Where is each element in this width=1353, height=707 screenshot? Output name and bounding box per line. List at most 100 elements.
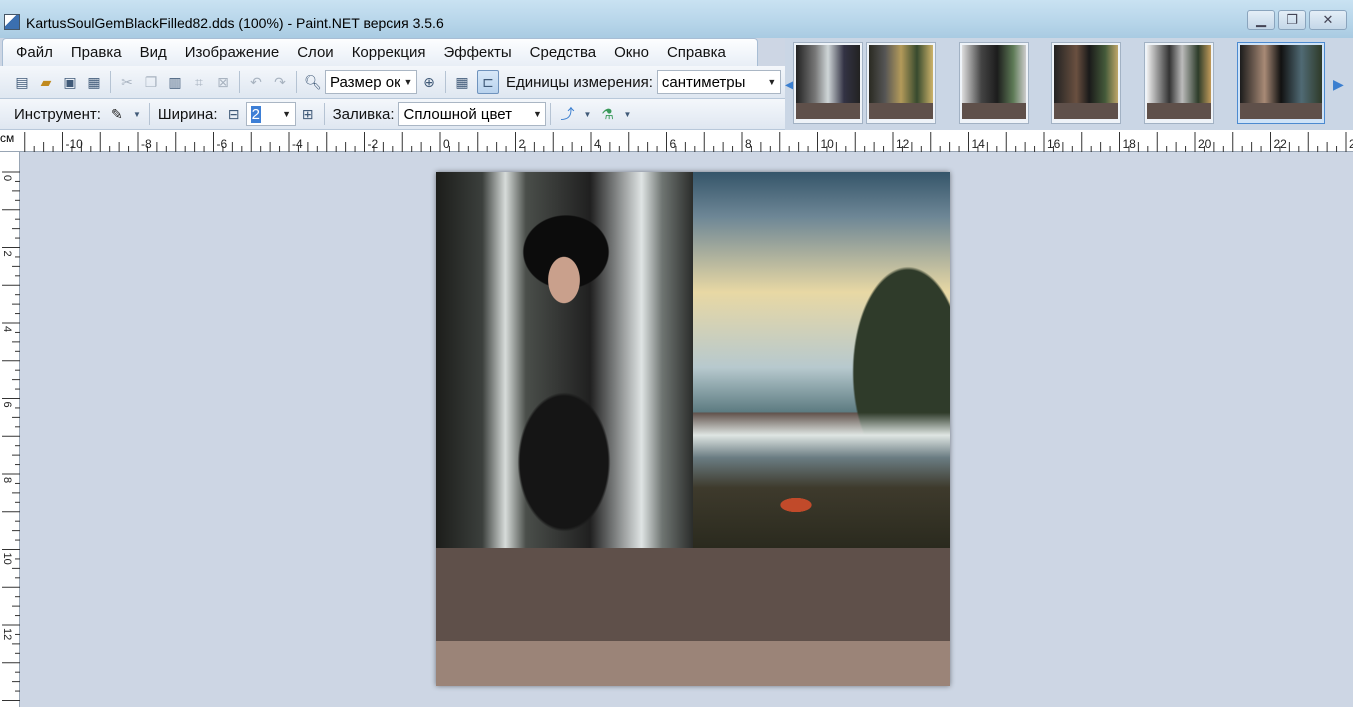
ruler-label: 22 bbox=[1274, 137, 1288, 151]
vertical-ruler: 0 2 4 6 8 10 12 bbox=[0, 152, 20, 707]
menu-utilities[interactable]: Средства bbox=[521, 44, 605, 61]
menu-bar: Файл Правка Вид Изображение Слои Коррекц… bbox=[2, 38, 758, 66]
zoom-value: Размер ок bbox=[330, 73, 401, 91]
zoom-combo[interactable]: Размер ок ▼ bbox=[325, 70, 417, 94]
menu-image[interactable]: Изображение bbox=[176, 44, 289, 61]
ruler-label: 12 bbox=[1, 628, 13, 640]
ruler-label: 0 bbox=[1, 175, 13, 181]
width-combo[interactable]: 2 ▼ bbox=[245, 102, 296, 126]
copy-icon[interactable]: ❐ bbox=[142, 73, 160, 91]
ruler-label: 12 bbox=[896, 137, 910, 151]
save-icon[interactable]: ▣ bbox=[61, 73, 79, 91]
ruler-label: 2 bbox=[519, 137, 526, 151]
ruler-label: 2 bbox=[1, 251, 13, 257]
units-label: Единицы измерения: bbox=[506, 73, 653, 91]
chevron-down-icon[interactable]: ▼ bbox=[278, 103, 295, 125]
brush-icon[interactable]: ✎ bbox=[108, 105, 126, 123]
image-floor-band bbox=[436, 641, 950, 686]
ruler-label: 6 bbox=[1, 402, 13, 408]
menu-help[interactable]: Справка bbox=[658, 44, 735, 61]
grid-icon[interactable]: ▦ bbox=[453, 73, 471, 91]
toolbar-separator bbox=[550, 103, 552, 125]
image-panel-dark-figure bbox=[436, 172, 693, 548]
new-file-icon[interactable]: ▤ bbox=[13, 73, 31, 91]
thumbnail-picture bbox=[796, 45, 860, 103]
chevron-down-icon[interactable]: ▼ bbox=[622, 105, 632, 123]
menu-edit[interactable]: Правка bbox=[62, 44, 131, 61]
ruler-label: 14 bbox=[972, 137, 986, 151]
fill-label: Заливка: bbox=[332, 105, 395, 123]
image-thumbnail-selected[interactable] bbox=[1237, 42, 1325, 124]
rulers-toggle-icon[interactable]: ⊏ bbox=[477, 70, 499, 94]
redo-icon[interactable]: ↷ bbox=[271, 73, 289, 91]
ruler-label: 4 bbox=[594, 137, 601, 151]
zoom-out-icon[interactable]: 🔍︎ bbox=[304, 73, 322, 91]
blend-mode-icon[interactable]: ⚗ bbox=[598, 105, 616, 123]
image-thumbnail[interactable] bbox=[959, 42, 1029, 124]
zoom-in-icon[interactable]: ⊕ bbox=[420, 73, 438, 91]
ruler-label: -10 bbox=[66, 137, 84, 151]
ruler-label: -4 bbox=[292, 137, 303, 151]
increase-width-icon[interactable]: ⊞ bbox=[299, 105, 317, 123]
cut-icon[interactable]: ✂ bbox=[118, 73, 136, 91]
maximize-button[interactable]: ❐ bbox=[1278, 10, 1306, 30]
deselect-icon[interactable]: ⊠ bbox=[214, 73, 232, 91]
app-icon[interactable] bbox=[4, 14, 20, 30]
chevron-down-icon[interactable]: ▼ bbox=[582, 105, 592, 123]
chevron-down-icon[interactable]: ▼ bbox=[529, 103, 546, 125]
antialiasing-icon[interactable]: ⤴ bbox=[558, 105, 576, 123]
menu-effects[interactable]: Эффекты bbox=[434, 44, 520, 61]
ruler-label: 20 bbox=[1198, 137, 1212, 151]
toolbar-separator bbox=[323, 103, 325, 125]
ruler-label: 18 bbox=[1123, 137, 1137, 151]
undo-icon[interactable]: ↶ bbox=[247, 73, 265, 91]
horizontal-ruler-ticks: -10 -8 -6 -4 -2 0 2 4 6 8 10 12 14 16 18 20 22 2 bbox=[24, 132, 1353, 152]
chevron-down-icon[interactable]: ▼ bbox=[763, 71, 780, 93]
close-button[interactable]: ✕ bbox=[1309, 10, 1347, 30]
print-icon[interactable]: ▦ bbox=[85, 73, 103, 91]
thumbnail-base bbox=[1240, 103, 1322, 119]
thumbnail-picture bbox=[1240, 45, 1322, 103]
menu-layers[interactable]: Слои bbox=[288, 44, 342, 61]
open-file-icon[interactable]: ▰ bbox=[37, 73, 55, 91]
image-thumbnail[interactable] bbox=[866, 42, 936, 124]
ruler-label: 10 bbox=[821, 137, 835, 151]
image-thumbnail[interactable] bbox=[1144, 42, 1214, 124]
paste-icon[interactable]: ▥ bbox=[166, 73, 184, 91]
thumbnail-base bbox=[1147, 103, 1211, 119]
fill-value: Сплошной цвет bbox=[403, 105, 513, 123]
ruler-label: -8 bbox=[141, 137, 152, 151]
window-title: KartusSoulGemBlackFilled82.dds (100%) - … bbox=[26, 15, 444, 31]
thumbnail-base bbox=[796, 103, 860, 119]
thumbnail-base bbox=[869, 103, 933, 119]
toolbar-separator bbox=[110, 71, 111, 93]
thumbnail-picture bbox=[1054, 45, 1118, 103]
menu-file[interactable]: Файл bbox=[7, 44, 62, 61]
vertical-ruler-ticks: 0 2 4 6 8 10 12 bbox=[1, 171, 20, 701]
image-base-band bbox=[436, 548, 950, 641]
image-thumbnail[interactable] bbox=[793, 42, 863, 124]
width-value[interactable]: 2 bbox=[250, 105, 261, 123]
chevron-down-icon[interactable]: ▼ bbox=[400, 71, 416, 93]
fill-combo[interactable]: Сплошной цвет ▼ bbox=[398, 102, 547, 126]
ruler-label: 4 bbox=[1, 326, 13, 332]
crop-icon[interactable]: ⌗ bbox=[190, 73, 208, 91]
ruler-label: 8 bbox=[745, 137, 752, 151]
scroll-right-icon[interactable]: ▶ bbox=[1333, 76, 1344, 93]
ruler-label: -6 bbox=[217, 137, 228, 151]
menu-view[interactable]: Вид bbox=[131, 44, 176, 61]
toolbar-separator bbox=[445, 71, 446, 93]
menu-adjustments[interactable]: Коррекция bbox=[343, 44, 435, 61]
menu-window[interactable]: Окно bbox=[605, 44, 658, 61]
ruler-label: -2 bbox=[368, 137, 379, 151]
decrease-width-icon[interactable]: ⊟ bbox=[225, 105, 243, 123]
toolbar-separator bbox=[239, 71, 240, 93]
units-combo[interactable]: сантиметры ▼ bbox=[656, 70, 781, 94]
image-thumbnail[interactable] bbox=[1051, 42, 1121, 124]
chevron-down-icon[interactable]: ▼ bbox=[132, 105, 142, 123]
toolbar-separator bbox=[148, 103, 150, 125]
image-canvas[interactable] bbox=[436, 172, 950, 686]
minimize-button[interactable]: ▁ bbox=[1247, 10, 1275, 30]
ruler-label: 16 bbox=[1047, 137, 1061, 151]
thumbnail-picture bbox=[869, 45, 933, 103]
